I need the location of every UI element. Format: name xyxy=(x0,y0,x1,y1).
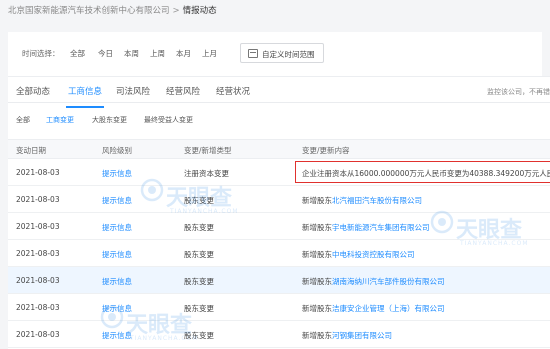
monitor-company-link[interactable]: 监控该公司，不再错 xyxy=(487,87,550,97)
row-date: 2021-08-03 xyxy=(16,330,60,339)
row-risk-level[interactable]: 提示信息 xyxy=(102,168,132,179)
row-change-type: 股东变更 xyxy=(184,250,214,259)
row-change-type: 股东变更 xyxy=(184,196,214,205)
table-row: 2021-08-03 提示信息 股东变更 新增股东湖南海纳川汽车部件股份有限公司 xyxy=(8,267,550,294)
time-option-this-month[interactable]: 本月 xyxy=(176,48,191,59)
table-row: 2021-08-03 提示信息 股东变更 新增股东河钢集团有限公司 xyxy=(8,321,550,348)
table-row: 2021-08-03 提示信息 股东变更 新增股东中电科投资控股有限公司 xyxy=(8,240,550,267)
tab-operation-risk[interactable]: 经营风险 xyxy=(166,85,200,97)
breadcrumb-separator: > xyxy=(172,6,180,16)
row-change-type: 股东变更 xyxy=(184,304,214,313)
category-tabs: 全部动态 工商信息 司法风险 经营风险 经营状况 监控该公司，不再错 xyxy=(8,85,550,108)
row-content-prefix: 新增股东 xyxy=(302,196,332,205)
row-date: 2021-08-03 xyxy=(16,168,60,177)
shareholder-link[interactable]: 湖南海纳川汽车部件股份有限公司 xyxy=(332,277,445,286)
shareholder-link[interactable]: 中电科投资控股有限公司 xyxy=(332,250,415,259)
row-change-content: 新增股东宇电新能源汽车集团有限公司 xyxy=(302,222,430,233)
subtab-major-shareholder-change[interactable]: 大股东变更 xyxy=(92,115,127,125)
custom-time-range-label: 自定义时间范围 xyxy=(262,50,315,59)
highlight-annotation-box xyxy=(295,161,550,183)
row-risk-level[interactable]: 提示信息 xyxy=(102,303,132,314)
shareholder-link[interactable]: 洁康安企业管理（上海）有限公司 xyxy=(332,304,445,313)
table-row: 2021-08-03 提示信息 股东变更 新增股东宇电新能源汽车集团有限公司 xyxy=(8,213,550,240)
table-row: 2021-08-03 提示信息 股东变更 新增股东北汽福田汽车股份有限公司 xyxy=(8,186,550,213)
calendar-icon xyxy=(248,49,258,58)
row-change-type: 股东变更 xyxy=(184,331,214,340)
time-option-last-month[interactable]: 上月 xyxy=(202,48,217,59)
time-option-all[interactable]: 全部 xyxy=(70,48,85,59)
row-risk-level[interactable]: 提示信息 xyxy=(102,249,132,260)
row-content-prefix: 新增股东 xyxy=(302,277,332,286)
row-risk-level[interactable]: 提示信息 xyxy=(102,276,132,287)
row-date: 2021-08-03 xyxy=(16,249,60,258)
time-filter-label: 时间选择： xyxy=(22,49,60,58)
tab-business-info[interactable]: 工商信息 xyxy=(68,85,102,97)
time-option-this-week[interactable]: 本周 xyxy=(124,48,139,59)
subtab-business-change[interactable]: 工商变更 xyxy=(46,115,74,125)
time-filter-bar: 时间选择： 全部 今日 本周 上周 本月 上月 自定义时间范围 xyxy=(8,32,542,76)
breadcrumb-current: 情报动态 xyxy=(182,6,217,16)
subtabs: 全部 工商变更 大股东变更 最终受益人变更 xyxy=(8,115,550,127)
row-change-content: 新增股东湖南海纳川汽车部件股份有限公司 xyxy=(302,276,445,287)
subtab-ultimate-beneficiary-change[interactable]: 最终受益人变更 xyxy=(144,115,193,125)
row-date: 2021-08-03 xyxy=(16,222,60,231)
table-header: 变动日期 风险级别 变更/新增类型 变更/更新内容 xyxy=(8,139,550,159)
shareholder-link[interactable]: 宇电新能源汽车集团有限公司 xyxy=(332,223,430,232)
breadcrumb-company-link[interactable]: 北京国家新能源汽车技术创新中心有限公司 xyxy=(8,6,170,16)
tab-all-dynamics[interactable]: 全部动态 xyxy=(16,85,50,97)
column-header-content: 变更/更新内容 xyxy=(302,146,350,155)
row-content-prefix: 新增股东 xyxy=(302,331,332,340)
tab-operation-status[interactable]: 经营状况 xyxy=(216,85,250,97)
table-row: 2021-08-03 提示信息 注册资本变更 企业注册资本从16000.0000… xyxy=(8,159,550,186)
row-change-type: 股东变更 xyxy=(184,223,214,232)
row-change-content: 新增股东洁康安企业管理（上海）有限公司 xyxy=(302,303,445,314)
row-date: 2021-08-03 xyxy=(16,195,60,204)
row-change-type: 注册资本变更 xyxy=(184,169,229,178)
column-header-date: 变动日期 xyxy=(16,146,46,155)
time-option-today[interactable]: 今日 xyxy=(98,48,113,59)
row-change-content: 新增股东河钢集团有限公司 xyxy=(302,330,392,341)
tab-judicial-risk[interactable]: 司法风险 xyxy=(116,85,150,97)
shareholder-link[interactable]: 北汽福田汽车股份有限公司 xyxy=(332,196,422,205)
active-tab-indicator xyxy=(66,106,104,108)
shareholder-link[interactable]: 河钢集团有限公司 xyxy=(332,331,392,340)
row-content-prefix: 新增股东 xyxy=(302,250,332,259)
row-change-content: 新增股东北汽福田汽车股份有限公司 xyxy=(302,195,422,206)
row-change-type: 股东变更 xyxy=(184,277,214,286)
row-content-prefix: 新增股东 xyxy=(302,223,332,232)
main-panel: 全部动态 工商信息 司法风险 经营风险 经营状况 监控该公司，不再错 全部 工商… xyxy=(8,76,550,349)
row-risk-level[interactable]: 提示信息 xyxy=(102,222,132,233)
table-row: 2021-08-03 提示信息 股东变更 新增股东洁康安企业管理（上海）有限公司 xyxy=(8,294,550,321)
tab-divider xyxy=(8,102,550,103)
row-change-content: 新增股东中电科投资控股有限公司 xyxy=(302,249,415,260)
breadcrumb: 北京国家新能源汽车技术创新中心有限公司 > 情报动态 xyxy=(0,0,550,22)
column-header-risk: 风险级别 xyxy=(102,146,132,155)
row-risk-level[interactable]: 提示信息 xyxy=(102,330,132,341)
row-content-prefix: 新增股东 xyxy=(302,304,332,313)
custom-time-range-button[interactable]: 自定义时间范围 xyxy=(240,43,324,63)
row-date: 2021-08-03 xyxy=(16,276,60,285)
column-header-type: 变更/新增类型 xyxy=(184,146,232,155)
row-risk-level[interactable]: 提示信息 xyxy=(102,195,132,206)
time-option-last-week[interactable]: 上周 xyxy=(150,48,165,59)
row-date: 2021-08-03 xyxy=(16,303,60,312)
subtab-all[interactable]: 全部 xyxy=(16,115,30,125)
